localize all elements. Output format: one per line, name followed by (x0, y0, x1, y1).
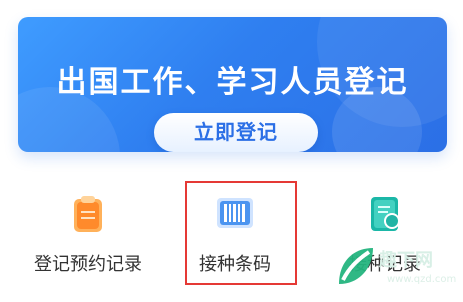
vaccination-record-icon (362, 190, 408, 236)
barcode-icon (212, 190, 258, 236)
register-now-button[interactable]: 立即登记 (154, 113, 318, 152)
clipboard-icon (65, 190, 111, 236)
banner-title: 出国工作、学习人员登记 (56, 65, 409, 100)
watermark-text: 趣下网 (379, 250, 433, 271)
shortcut-vaccination-barcode[interactable]: 接种条码 (160, 172, 310, 292)
shortcut-label: 接种条码 (199, 254, 271, 275)
shortcut-label: 登记预约记录 (34, 254, 142, 275)
watermark: 趣下网 www.qzd.com (331, 240, 457, 298)
shortcut-registration-records[interactable]: 登记预约记录 (13, 172, 163, 292)
watermark-url: www.qzd.com (387, 274, 457, 285)
registration-banner: 出国工作、学习人员登记 立即登记 (18, 17, 447, 152)
